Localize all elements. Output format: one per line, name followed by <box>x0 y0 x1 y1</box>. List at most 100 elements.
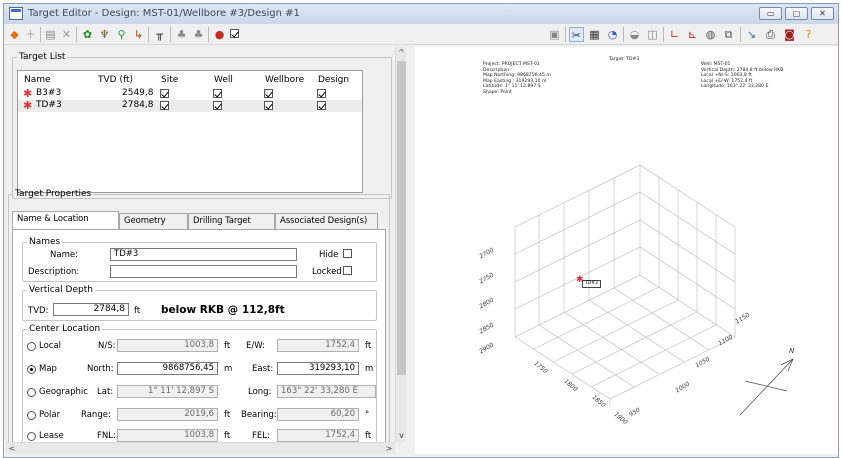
3d-plot-view[interactable]: Target: TD#3 Project: PROJECT MST-01 Desc… <box>415 47 838 454</box>
target-editor-window: Target Editor - Design: MST-01/Wellbore … <box>3 3 839 458</box>
ns-label: N/S: <box>98 341 116 351</box>
polar-option-label[interactable]: Polar <box>39 410 60 420</box>
tab-associated-designs[interactable]: Associated Design(s) <box>275 213 378 229</box>
frame-icon[interactable]: ◫ <box>645 27 660 42</box>
3d-grid-box <box>514 164 794 416</box>
lat-label: Lat: <box>97 387 114 397</box>
name-input[interactable]: TD#3 <box>110 248 297 261</box>
tool-icon[interactable]: ╥ <box>152 27 167 42</box>
tvd-input[interactable]: 2784,8 <box>53 303 129 316</box>
name-label: Name: <box>50 250 78 260</box>
column-header-well[interactable]: Well <box>214 75 233 85</box>
copy-icon[interactable]: ▣ <box>547 27 562 42</box>
lat-input[interactable]: 1° 11' 12,897 S <box>117 385 218 398</box>
hide-checkbox[interactable] <box>343 249 352 261</box>
map-radio[interactable] <box>27 365 36 374</box>
column-header-name[interactable]: Name <box>24 75 51 85</box>
delete-icon[interactable]: ✕ <box>59 27 74 42</box>
tab-drilling-target[interactable]: Drilling Target <box>188 213 275 229</box>
geographic-option-label[interactable]: Geographic <box>39 387 88 397</box>
target-list-table[interactable]: Name TVD (ft) Site Well Wellbore Design … <box>17 70 363 193</box>
bearing-label: Bearing: <box>241 410 277 420</box>
target-icon[interactable]: ✿ <box>80 27 95 42</box>
polar-radio[interactable] <box>27 411 36 420</box>
target-name: TD#3 <box>36 100 62 110</box>
scroll-left-arrow[interactable]: < <box>6 443 18 454</box>
scroll-down-arrow[interactable]: v <box>396 430 406 442</box>
fel-input[interactable]: 1752,4 <box>277 429 359 442</box>
color-icon[interactable]: ◔ <box>605 27 620 42</box>
view-icon[interactable]: ✂ <box>569 27 584 42</box>
table-row[interactable]: ✱ B3#3 2549,8 <box>18 88 362 100</box>
design-checkbox[interactable] <box>317 101 326 113</box>
wellbore-checkbox[interactable] <box>264 101 273 113</box>
site-checkbox[interactable] <box>160 101 169 113</box>
range-input[interactable]: 2019,6 <box>117 408 218 421</box>
lease-radio[interactable] <box>27 432 36 441</box>
map-option-label[interactable]: Map <box>39 364 57 374</box>
local-option-label[interactable]: Local <box>39 341 61 351</box>
tree-icon[interactable]: ♆ <box>97 27 112 42</box>
scroll-right-arrow[interactable]: > <box>383 443 395 454</box>
target-marker-label: TD#3 <box>582 280 601 288</box>
close-button[interactable]: ✕ <box>811 7 834 20</box>
east-unit: m <box>365 364 374 374</box>
fel-label: FEL: <box>252 431 270 441</box>
ns-unit: ft <box>224 341 231 351</box>
column-header-site[interactable]: Site <box>161 75 178 85</box>
ring-icon[interactable]: ● <box>212 27 227 42</box>
fnl-input[interactable]: 1003,8 <box>117 429 218 442</box>
print-icon[interactable]: ⎙ <box>763 27 778 42</box>
pin-icon[interactable]: ⚲ <box>114 27 129 42</box>
well-checkbox[interactable] <box>213 101 222 113</box>
fnl-label: FNL: <box>97 431 116 441</box>
description-input[interactable] <box>110 265 297 278</box>
scroll-thumb[interactable] <box>397 61 406 375</box>
help-icon[interactable]: ? <box>801 27 816 42</box>
layers-icon[interactable]: ♣ <box>191 27 206 42</box>
minimize-button[interactable]: ▭ <box>759 7 782 20</box>
description-label: Description: <box>28 267 80 277</box>
app-icon <box>9 7 23 20</box>
grid-icon[interactable]: ▦ <box>587 27 602 42</box>
plot3d-icon[interactable]: ⊾ <box>685 27 700 42</box>
check-icon[interactable] <box>227 27 242 42</box>
north-label: North: <box>87 364 114 374</box>
column-header-wellbore[interactable]: Wellbore <box>265 75 304 85</box>
north-input[interactable]: 9868756,45 <box>117 362 218 375</box>
print-setup-icon[interactable]: ⧉ <box>721 27 736 42</box>
column-header-tvd[interactable]: TVD (ft) <box>98 75 133 85</box>
vertical-scrollbar[interactable]: ^ v <box>395 47 406 442</box>
save-icon[interactable]: ▤ <box>43 27 58 42</box>
add-icon[interactable]: ＋ <box>23 27 38 42</box>
filter-icon[interactable]: ◒ <box>627 27 642 42</box>
east-input[interactable]: 319293,10 <box>277 362 359 375</box>
long-label: Long: <box>248 387 272 397</box>
long-input[interactable]: 163° 22' 33,280 E <box>277 385 376 398</box>
tab-geometry[interactable]: Geometry <box>119 213 188 229</box>
horizontal-scrollbar[interactable]: < > <box>6 442 395 454</box>
geographic-radio[interactable] <box>27 388 36 397</box>
ew-input[interactable]: 1752,4 <box>277 339 359 352</box>
export-icon[interactable]: ↘ <box>744 27 759 42</box>
target-list-legend: Target List <box>19 52 66 62</box>
bearing-input[interactable]: 60,20 <box>277 408 359 421</box>
maximize-button[interactable]: ▢ <box>785 7 808 20</box>
fel-unit: ft <box>365 431 372 441</box>
ns-input[interactable]: 1003,8 <box>117 339 218 352</box>
chart-icon[interactable]: ↳ <box>131 27 146 42</box>
local-radio[interactable] <box>27 342 36 351</box>
scroll-up-arrow[interactable]: ^ <box>396 47 406 59</box>
plot2d-icon[interactable]: ∟ <box>667 27 682 42</box>
names-legend: Names <box>29 237 61 247</box>
locked-checkbox[interactable] <box>343 266 352 278</box>
lease-option-label[interactable]: Lease <box>39 431 64 441</box>
column-header-design[interactable]: Design <box>318 75 349 85</box>
stack-icon[interactable]: ♣ <box>174 27 189 42</box>
new-target-icon[interactable]: ◆ <box>7 27 22 42</box>
globe-icon[interactable]: ◍ <box>703 27 718 42</box>
name-location-panel: Names Name: TD#3 Hide Description: Locke… <box>12 229 386 444</box>
tab-name-location[interactable]: Name & Location <box>12 211 119 229</box>
table-row-selected[interactable]: ✱ TD#3 2784,8 <box>18 100 362 112</box>
camera-icon[interactable]: ◙ <box>782 27 797 42</box>
